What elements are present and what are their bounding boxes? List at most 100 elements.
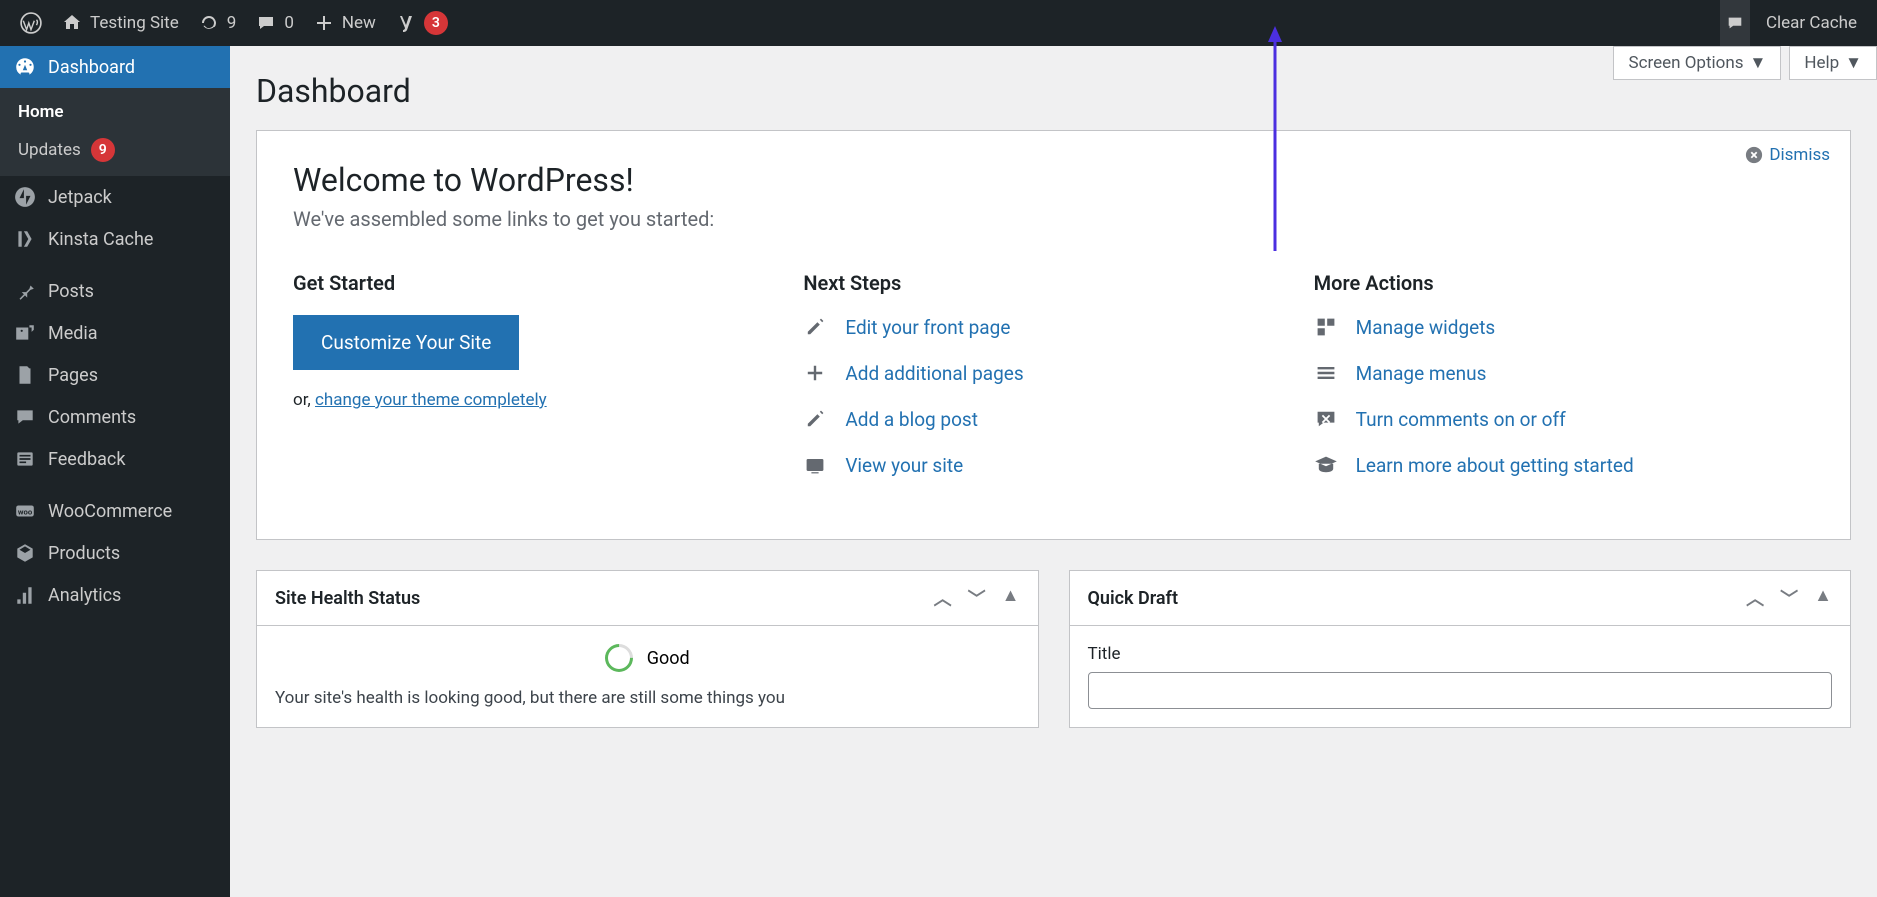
toggle-icon[interactable]: ▲	[1814, 585, 1832, 611]
sidebar-item-posts[interactable]: Posts	[0, 270, 230, 312]
home-icon	[62, 13, 82, 33]
add-blog-post-link[interactable]: Add a blog post	[845, 408, 978, 431]
updates-badge: 9	[91, 138, 115, 162]
page-title: Dashboard	[256, 46, 1851, 130]
welcome-col-get-started: Get Started Customize Your Site or, chan…	[293, 271, 743, 499]
manage-menus-link[interactable]: Manage menus	[1356, 362, 1487, 385]
comments-icon	[14, 406, 36, 428]
move-down-icon[interactable]: ﹀	[968, 585, 986, 611]
menus-icon	[1314, 361, 1338, 385]
sidebar-item-media[interactable]: Media	[0, 312, 230, 354]
health-status-row: Good	[275, 644, 1020, 672]
list-item: Learn more about getting started	[1314, 453, 1814, 477]
yoast-link[interactable]: 3	[386, 0, 458, 46]
new-label: New	[342, 13, 376, 33]
more-actions-heading: More Actions	[1314, 271, 1814, 295]
comments-link[interactable]: 0	[246, 0, 304, 46]
or-change-theme-text: or, change your theme completely	[293, 390, 743, 410]
main-content: Screen Options ▼ Help ▼ Dashboard Dismis…	[230, 46, 1877, 897]
quick-draft-metabox: Quick Draft ︿ ﹀ ▲ Title	[1069, 570, 1852, 728]
learn-icon	[1314, 453, 1338, 477]
media-icon	[14, 322, 36, 344]
sidebar-subitem-updates[interactable]: Updates 9	[0, 130, 230, 170]
clear-cache-link[interactable]: Clear Cache	[1756, 0, 1867, 46]
health-progress-icon	[599, 638, 639, 678]
jetpack-icon	[14, 186, 36, 208]
site-name-text: Testing Site	[90, 13, 179, 33]
sidebar-item-dashboard[interactable]: Dashboard	[0, 46, 230, 88]
toggle-comments-link[interactable]: Turn comments on or off	[1356, 408, 1566, 431]
caret-down-icon: ▼	[1750, 53, 1767, 73]
widgets-icon	[1314, 315, 1338, 339]
view-site-link[interactable]: View your site	[845, 454, 963, 477]
yoast-icon	[396, 13, 416, 33]
welcome-col-next-steps: Next Steps Edit your front page Add addi…	[803, 271, 1253, 499]
sidebar-item-woocommerce[interactable]: woo WooCommerce	[0, 490, 230, 532]
view-icon	[803, 453, 827, 477]
admin-topbar: Testing Site 9 0 New 3 Clear Cache	[0, 0, 1877, 46]
analytics-icon	[14, 584, 36, 606]
screen-options-button[interactable]: Screen Options ▼	[1613, 46, 1781, 80]
sidebar-item-products[interactable]: Products	[0, 532, 230, 574]
customize-site-button[interactable]: Customize Your Site	[293, 315, 519, 370]
svg-text:woo: woo	[18, 507, 33, 516]
move-down-icon[interactable]: ﹀	[1780, 585, 1798, 611]
topbar-comment-box[interactable]	[1720, 0, 1750, 46]
sidebar-item-kinsta-cache[interactable]: Kinsta Cache	[0, 218, 230, 260]
comments-toggle-icon	[1314, 407, 1338, 431]
draft-title-input[interactable]	[1088, 672, 1833, 709]
health-status-text: Good	[647, 648, 690, 669]
manage-widgets-link[interactable]: Manage widgets	[1356, 316, 1496, 339]
write-icon	[803, 407, 827, 431]
sidebar-item-analytics[interactable]: Analytics	[0, 574, 230, 616]
sidebar-subitem-home[interactable]: Home	[0, 94, 230, 130]
add-icon	[803, 361, 827, 385]
comments-count: 0	[284, 13, 294, 33]
move-up-icon[interactable]: ︿	[1746, 585, 1764, 611]
sidebar-item-comments[interactable]: Comments	[0, 396, 230, 438]
caret-down-icon: ▼	[1845, 53, 1862, 73]
sidebar-item-feedback[interactable]: Feedback	[0, 438, 230, 480]
feedback-icon	[14, 448, 36, 470]
site-health-metabox: Site Health Status ︿ ﹀ ▲ Good Your site'…	[256, 570, 1039, 728]
edit-front-page-link[interactable]: Edit your front page	[845, 316, 1010, 339]
next-steps-heading: Next Steps	[803, 271, 1253, 295]
draft-title-label: Title	[1088, 644, 1833, 664]
site-name-link[interactable]: Testing Site	[52, 0, 189, 46]
learn-more-link[interactable]: Learn more about getting started	[1356, 454, 1634, 477]
comment-icon	[256, 13, 276, 33]
edit-icon	[803, 315, 827, 339]
sidebar-item-jetpack[interactable]: Jetpack	[0, 176, 230, 218]
welcome-col-more-actions: More Actions Manage widgets Manage menus…	[1314, 271, 1814, 499]
wp-logo[interactable]	[10, 0, 52, 46]
change-theme-link[interactable]: change your theme completely	[315, 390, 547, 410]
dashboard-icon	[14, 56, 36, 78]
list-item: Add additional pages	[803, 361, 1253, 385]
list-item: Manage menus	[1314, 361, 1814, 385]
wordpress-icon	[20, 12, 42, 34]
sidebar-submenu-dashboard: Home Updates 9	[0, 88, 230, 176]
list-item: Manage widgets	[1314, 315, 1814, 339]
pages-icon	[14, 364, 36, 386]
dismiss-link[interactable]: Dismiss	[1745, 145, 1830, 165]
plus-icon	[314, 13, 334, 33]
updates-link[interactable]: 9	[189, 0, 247, 46]
list-item: View your site	[803, 453, 1253, 477]
yoast-count-badge: 3	[424, 11, 448, 35]
products-icon	[14, 542, 36, 564]
help-button[interactable]: Help ▼	[1789, 46, 1877, 80]
list-item: Turn comments on or off	[1314, 407, 1814, 431]
kinsta-icon	[14, 228, 36, 250]
add-pages-link[interactable]: Add additional pages	[845, 362, 1023, 385]
toggle-icon[interactable]: ▲	[1002, 585, 1020, 611]
welcome-panel: Dismiss Welcome to WordPress! We've asse…	[256, 130, 1851, 540]
welcome-subtitle: We've assembled some links to get you st…	[293, 207, 1814, 231]
sidebar-item-pages[interactable]: Pages	[0, 354, 230, 396]
list-item: Add a blog post	[803, 407, 1253, 431]
site-health-header: Site Health Status ︿ ﹀ ▲	[257, 571, 1038, 626]
move-up-icon[interactable]: ︿	[934, 585, 952, 611]
new-content-link[interactable]: New	[304, 0, 386, 46]
welcome-title: Welcome to WordPress!	[293, 161, 1814, 199]
health-description: Your site's health is looking good, but …	[275, 688, 1020, 708]
dismiss-icon	[1745, 146, 1763, 164]
